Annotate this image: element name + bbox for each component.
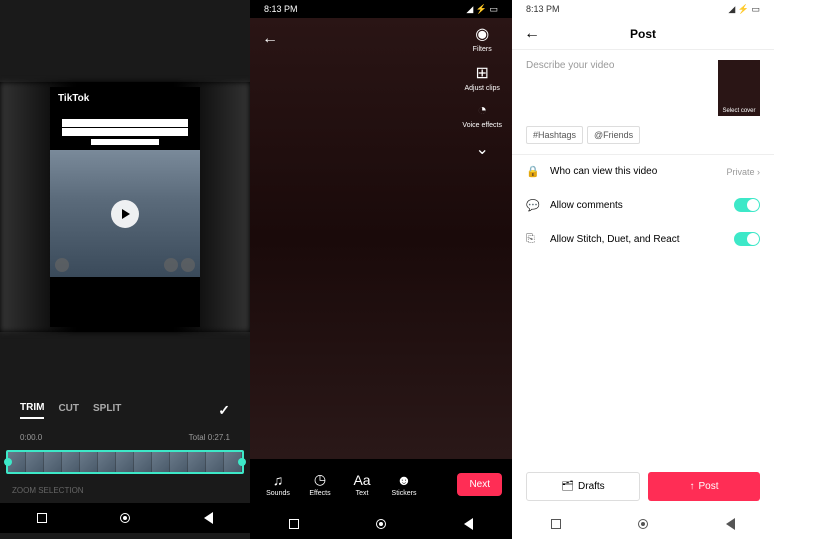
video-preview[interactable]: TikTok [0, 82, 250, 332]
stickers-button[interactable]: ☻Stickers [386, 472, 422, 497]
zoom-label[interactable]: ZOOM SELECTION [0, 478, 250, 503]
expand-button[interactable]: ⌄ [476, 139, 489, 159]
filters-icon: ◉ [475, 24, 489, 44]
redacted-text [62, 119, 188, 127]
tab-trim[interactable]: TRIM [20, 402, 44, 419]
visibility-row[interactable]: 🔒 Who can view this video Private › [512, 155, 774, 188]
side-toolbar: ◉Filters ⊞Adjust clips ◔Voice effects ⌄ [462, 24, 502, 159]
game-control [55, 258, 69, 272]
filters-button[interactable]: ◉Filters [473, 24, 492, 53]
game-control [164, 258, 178, 272]
lock-icon: 🔒 [526, 165, 540, 178]
android-nav [512, 509, 774, 539]
hashtags-button[interactable]: #Hashtags [526, 126, 583, 144]
sounds-button[interactable]: ♫Sounds [260, 472, 296, 497]
home-icon[interactable] [638, 519, 648, 529]
confirm-icon[interactable]: ✓ [218, 402, 230, 419]
redacted-text [90, 138, 160, 146]
video-frame: TikTok [50, 87, 200, 327]
text-icon: Aa [353, 472, 370, 488]
status-icons: ◢ ⚡ ▭ [728, 4, 760, 15]
trim-handle-left[interactable] [4, 458, 12, 466]
drafts-button[interactable]: 🗂Drafts [526, 472, 640, 501]
back-icon[interactable] [204, 512, 213, 524]
status-time: 8:13 PM [264, 4, 298, 14]
android-nav [250, 509, 512, 539]
adjust-icon: ⊞ [476, 63, 489, 83]
tab-split[interactable]: SPLIT [93, 403, 121, 418]
home-icon[interactable] [120, 513, 130, 523]
stitch-row: ⎘ Allow Stitch, Duet, and React [512, 222, 774, 256]
description-input[interactable]: Describe your video [526, 60, 710, 116]
tiktok-watermark: TikTok [50, 87, 200, 110]
settings-rows: 🔒 Who can view this video Private › 💬 Al… [512, 154, 774, 256]
recent-apps-icon[interactable] [37, 513, 47, 523]
bottom-toolbar: ♫Sounds ◷Effects AaText ☻Stickers Next [250, 459, 512, 509]
effects-button[interactable]: ◷Effects [302, 471, 338, 497]
adjust-clips-button[interactable]: ⊞Adjust clips [465, 63, 500, 92]
trim-tabs: TRIM CUT SPLIT ✓ [0, 392, 250, 429]
header: ← Post [512, 18, 774, 50]
status-bar: 8:13 PM ◢ ⚡ ▭ [250, 0, 512, 18]
stitch-icon: ⎘ [526, 233, 540, 246]
status-icons: ◢ ⚡ ▭ [466, 4, 498, 15]
voice-effects-button[interactable]: ◔Voice effects [462, 102, 502, 129]
redacted-text [62, 128, 188, 136]
music-icon: ♫ [273, 472, 284, 488]
description-area: Describe your video Select cover [512, 50, 774, 126]
back-icon[interactable] [726, 518, 735, 530]
cover-selector[interactable]: Select cover [718, 60, 760, 116]
play-icon[interactable] [111, 200, 139, 228]
chevron-down-icon: ⌄ [476, 139, 489, 159]
page-title: Post [630, 27, 656, 41]
trim-handle-right[interactable] [238, 458, 246, 466]
status-time: 8:13 PM [526, 4, 560, 14]
game-frame [50, 150, 200, 277]
comment-icon: 💬 [526, 199, 540, 212]
android-nav [0, 503, 250, 533]
time-labels: 0:00.0 Total 0:27.1 [0, 429, 250, 446]
comments-toggle[interactable] [734, 198, 760, 212]
next-button[interactable]: Next [457, 473, 502, 496]
status-bar: 8:13 PM ◢ ⚡ ▭ [512, 0, 774, 18]
timeline-selection[interactable] [6, 450, 244, 474]
stitch-label: Allow Stitch, Duet, and React [550, 234, 680, 245]
action-buttons: 🗂Drafts ↑Post [512, 462, 774, 509]
video-trim-screen: TikTok TRIM CUT SPLIT ✓ 0:00.0 Tot [0, 0, 250, 539]
visibility-value: Private › [726, 167, 760, 177]
spacer [0, 332, 250, 392]
comments-label: Allow comments [550, 200, 623, 211]
tab-cut[interactable]: CUT [58, 403, 79, 418]
back-arrow-icon[interactable]: ← [524, 25, 540, 43]
tag-buttons: #Hashtags @Friends [512, 126, 774, 154]
post-screen: 8:13 PM ◢ ⚡ ▭ ← Post Describe your video… [512, 0, 774, 539]
friends-button[interactable]: @Friends [587, 126, 640, 144]
effects-icon: ◷ [314, 471, 326, 488]
back-arrow-icon[interactable]: ← [262, 30, 278, 48]
top-spacer [0, 0, 250, 82]
editor-canvas[interactable]: ← ◉Filters ⊞Adjust clips ◔Voice effects … [250, 18, 512, 459]
text-button[interactable]: AaText [344, 472, 380, 497]
home-icon[interactable] [376, 519, 386, 529]
stickers-icon: ☻ [397, 472, 412, 488]
voice-icon: ◔ [477, 102, 487, 120]
back-icon[interactable] [464, 518, 473, 530]
upload-icon: ↑ [689, 481, 694, 492]
stitch-toggle[interactable] [734, 232, 760, 246]
recent-apps-icon[interactable] [289, 519, 299, 529]
drafts-icon: 🗂 [561, 481, 574, 492]
time-start: 0:00.0 [20, 433, 42, 442]
time-total: Total 0:27.1 [189, 433, 230, 442]
post-button[interactable]: ↑Post [648, 472, 760, 501]
game-control [181, 258, 195, 272]
visibility-label: Who can view this video [550, 166, 657, 177]
recent-apps-icon[interactable] [551, 519, 561, 529]
editor-screen: 8:13 PM ◢ ⚡ ▭ ← ◉Filters ⊞Adjust clips ◔… [250, 0, 512, 539]
comments-row: 💬 Allow comments [512, 188, 774, 222]
